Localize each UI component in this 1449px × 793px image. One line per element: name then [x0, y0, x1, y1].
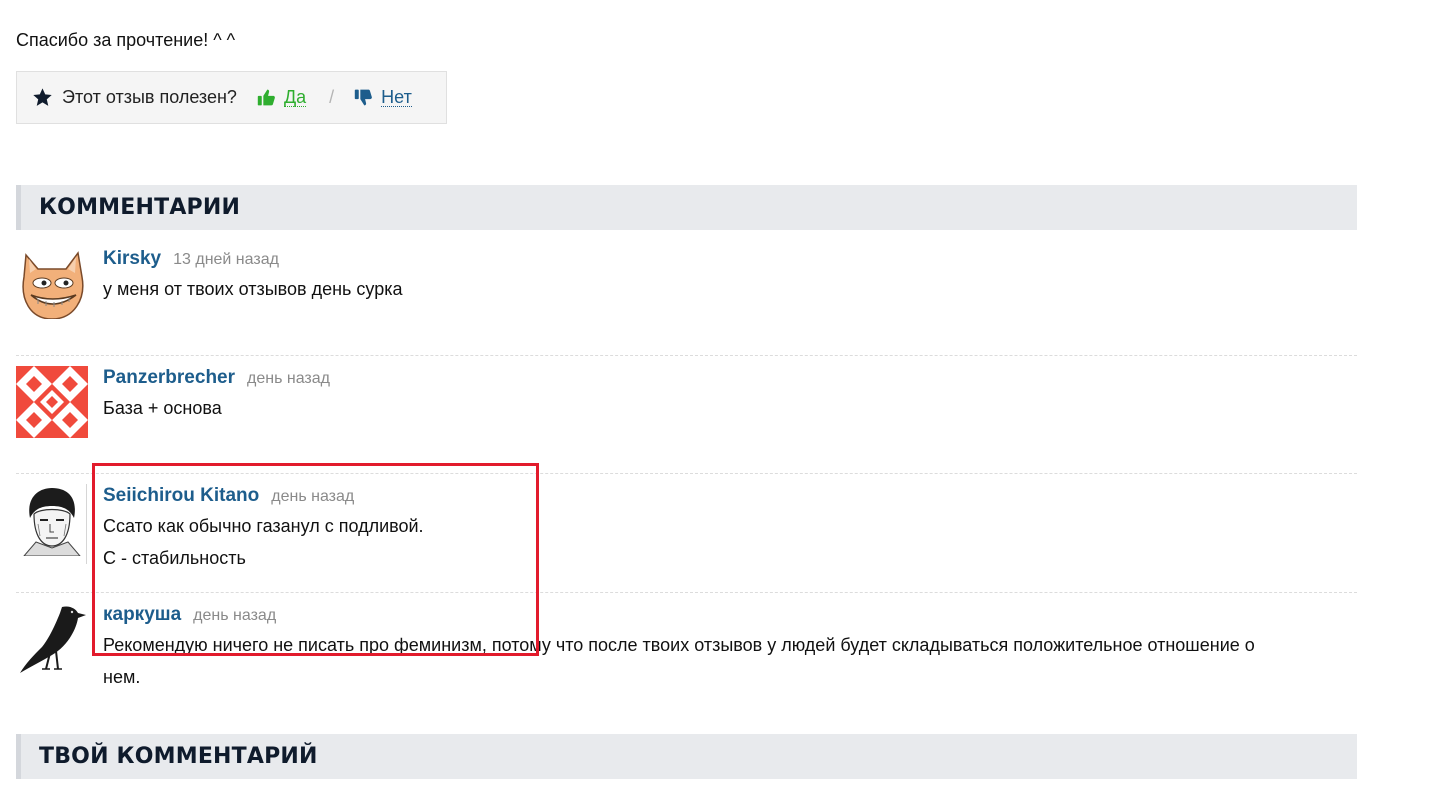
comment-author-link[interactable]: каркуша [103, 604, 181, 625]
comment-time: 13 дней назад [173, 251, 279, 268]
comment-author-link[interactable]: Kirsky [103, 248, 161, 269]
comment-text-line: С - стабильность [103, 548, 246, 568]
comment-text-line: нем. [103, 667, 141, 687]
comment-author-link[interactable]: Seiichirou Kitano [103, 485, 259, 506]
manga-portrait-avatar[interactable] [16, 484, 88, 556]
helpful-no-link[interactable]: Нет [381, 88, 412, 107]
red-geometric-pattern-avatar[interactable] [16, 366, 88, 438]
star-icon [33, 88, 52, 106]
crow-avatar[interactable] [16, 603, 88, 675]
comment-text-line: Ссато как обычно газанул с подливой. [103, 516, 424, 536]
cat-troll-face-avatar[interactable] [16, 247, 88, 319]
comment-time: день назад [193, 607, 277, 624]
review-closing-text: Спасибо за прочтение! ^ ^ [16, 30, 236, 50]
comment-time: день назад [247, 370, 330, 387]
comment-time: день назад [271, 488, 355, 505]
comment-divider [16, 473, 1357, 474]
comment-divider [16, 592, 1357, 593]
thumbs-down-icon[interactable] [354, 88, 373, 107]
helpful-question: Этот отзыв полезен? [62, 87, 237, 107]
comment-text: у меня от твоих отзывов день сурка [103, 279, 403, 299]
comment-text: База + основа [103, 398, 222, 418]
comment-divider [16, 355, 1357, 356]
comment-author-link[interactable]: Panzerbrecher [103, 367, 235, 388]
your-comment-heading: ТВОЙ КОММЕНТАРИЙ [16, 734, 1357, 779]
helpful-yes-link[interactable]: Да [283, 88, 307, 107]
helpful-vote-box: Этот отзыв полезен? Да / Нет [16, 71, 447, 124]
thumbs-up-icon[interactable] [257, 88, 276, 107]
comment-text-line: Рекомендую ничего не писать про феминизм… [103, 635, 1255, 655]
comments-heading: КОММЕНТАРИИ [16, 185, 1357, 230]
vote-separator: / [329, 87, 335, 107]
reply-thread-line [86, 484, 87, 564]
